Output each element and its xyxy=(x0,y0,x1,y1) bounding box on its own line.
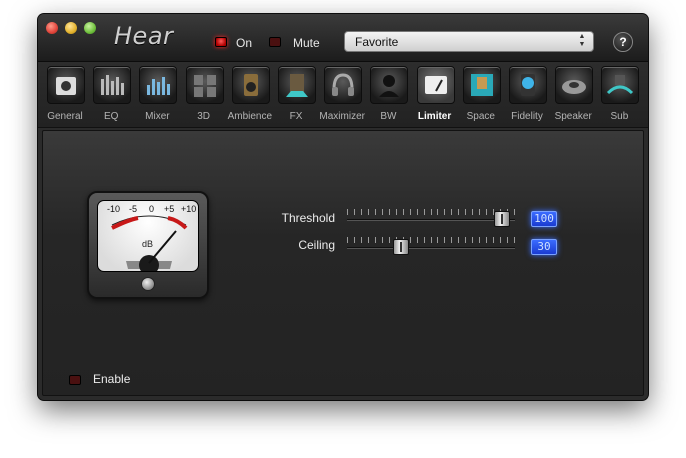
slider-tick xyxy=(458,237,459,243)
zoom-window-button[interactable] xyxy=(84,22,96,34)
ceiling-label: Ceiling xyxy=(298,238,335,252)
speakers-3d-icon xyxy=(185,66,224,104)
vu-meter-face: -10 -5 0 +5 +10 dB xyxy=(97,200,199,272)
ceiling-slider[interactable] xyxy=(347,237,515,257)
help-button[interactable]: ? xyxy=(613,32,633,52)
limiter-panel: -10 -5 0 +5 +10 dB Threshold 100 Ceiling… xyxy=(42,130,644,396)
slider-tick xyxy=(368,237,369,243)
slider-tick xyxy=(486,237,487,243)
app-window: Hear On Mute Favorite ▲ ▼ ? General EQ Mixe… xyxy=(38,14,648,400)
tweeter-icon xyxy=(509,66,547,104)
slider-tick xyxy=(382,209,383,215)
slider-tick xyxy=(368,209,369,215)
vu-meter-unit: dB xyxy=(142,239,154,249)
preset-select[interactable]: Favorite ▲ ▼ xyxy=(344,31,594,52)
slider-tick xyxy=(410,209,411,215)
title-bar: Hear On Mute Favorite ▲ ▼ ? xyxy=(38,14,648,62)
slider-tick xyxy=(361,209,362,215)
slider-tick xyxy=(403,209,404,215)
slider-tick xyxy=(347,237,348,243)
slider-tick xyxy=(410,237,411,243)
slider-tick xyxy=(437,237,438,243)
slider-tick xyxy=(507,237,508,243)
slider-tick xyxy=(500,237,501,243)
speaker-disc-icon xyxy=(555,66,594,104)
app-title: Hear xyxy=(114,22,174,50)
room-space-icon xyxy=(462,66,501,104)
ambience-speaker-icon xyxy=(231,66,270,104)
slider-tick xyxy=(375,237,376,243)
ceiling-slider-knob[interactable] xyxy=(393,239,409,255)
slider-ticks xyxy=(347,209,515,217)
slider-tick xyxy=(451,209,452,215)
slider-tick xyxy=(465,237,466,243)
minimize-window-button[interactable] xyxy=(65,22,77,34)
headphones-icon xyxy=(324,66,363,104)
preset-value: Favorite xyxy=(355,35,399,49)
slider-tick xyxy=(472,237,473,243)
vu-meter-needle-graphic xyxy=(111,215,188,271)
mixer-icon xyxy=(139,66,178,104)
slider-tick xyxy=(417,237,418,243)
equalizer-icon xyxy=(93,66,132,104)
slider-tick xyxy=(361,237,362,243)
updown-arrows-icon: ▲ ▼ xyxy=(578,33,586,48)
slider-track xyxy=(347,219,515,221)
slider-tick xyxy=(493,237,494,243)
tab-bar: General EQ Mixer 3D Ambience FX Maximizer BW Lim… xyxy=(38,62,648,128)
enable-label[interactable]: Enable xyxy=(93,372,130,386)
slider-tick xyxy=(417,209,418,215)
slider-tick xyxy=(479,237,480,243)
slider-tick xyxy=(354,209,355,215)
slider-tick xyxy=(465,209,466,215)
slider-tick xyxy=(424,209,425,215)
on-label[interactable]: On xyxy=(236,36,252,50)
slider-tick xyxy=(431,209,432,215)
slider-tick xyxy=(514,209,515,215)
on-toggle-led[interactable] xyxy=(215,37,227,47)
slider-tick xyxy=(389,209,390,215)
meter-screw-icon xyxy=(141,277,155,291)
slider-tick xyxy=(458,209,459,215)
subwoofer-icon xyxy=(601,66,640,104)
slider-tick xyxy=(514,237,515,243)
slider-tick xyxy=(472,209,473,215)
slider-tick xyxy=(389,237,390,243)
ceiling-value: 30 xyxy=(531,239,557,255)
slider-tick xyxy=(382,237,383,243)
threshold-label: Threshold xyxy=(281,211,335,225)
threshold-value: 100 xyxy=(531,211,557,227)
slider-tick xyxy=(444,209,445,215)
vu-meter-icon xyxy=(416,66,455,104)
slider-tick xyxy=(396,209,397,215)
threshold-slider[interactable] xyxy=(347,209,515,229)
slider-track xyxy=(347,247,515,249)
slider-ticks xyxy=(347,237,515,245)
fx-speaker-icon xyxy=(278,66,316,104)
slider-tick xyxy=(347,209,348,215)
slider-tick xyxy=(375,209,376,215)
tab-sub[interactable]: Sub xyxy=(596,62,642,128)
vu-meter: -10 -5 0 +5 +10 dB xyxy=(87,191,209,299)
slider-tick xyxy=(354,237,355,243)
close-window-button[interactable] xyxy=(46,22,58,34)
threshold-slider-knob[interactable] xyxy=(494,211,510,227)
speaker-box-icon xyxy=(47,66,85,104)
listener-head-icon xyxy=(370,66,409,104)
slider-tick xyxy=(486,209,487,215)
mute-label[interactable]: Mute xyxy=(293,36,320,50)
slider-tick xyxy=(451,237,452,243)
slider-tick xyxy=(479,209,480,215)
slider-tick xyxy=(431,237,432,243)
slider-tick xyxy=(424,237,425,243)
slider-tick xyxy=(444,237,445,243)
mute-toggle-led[interactable] xyxy=(269,37,281,47)
slider-tick xyxy=(437,209,438,215)
enable-checkbox[interactable] xyxy=(69,375,81,385)
tab-label: Sub xyxy=(610,111,629,122)
